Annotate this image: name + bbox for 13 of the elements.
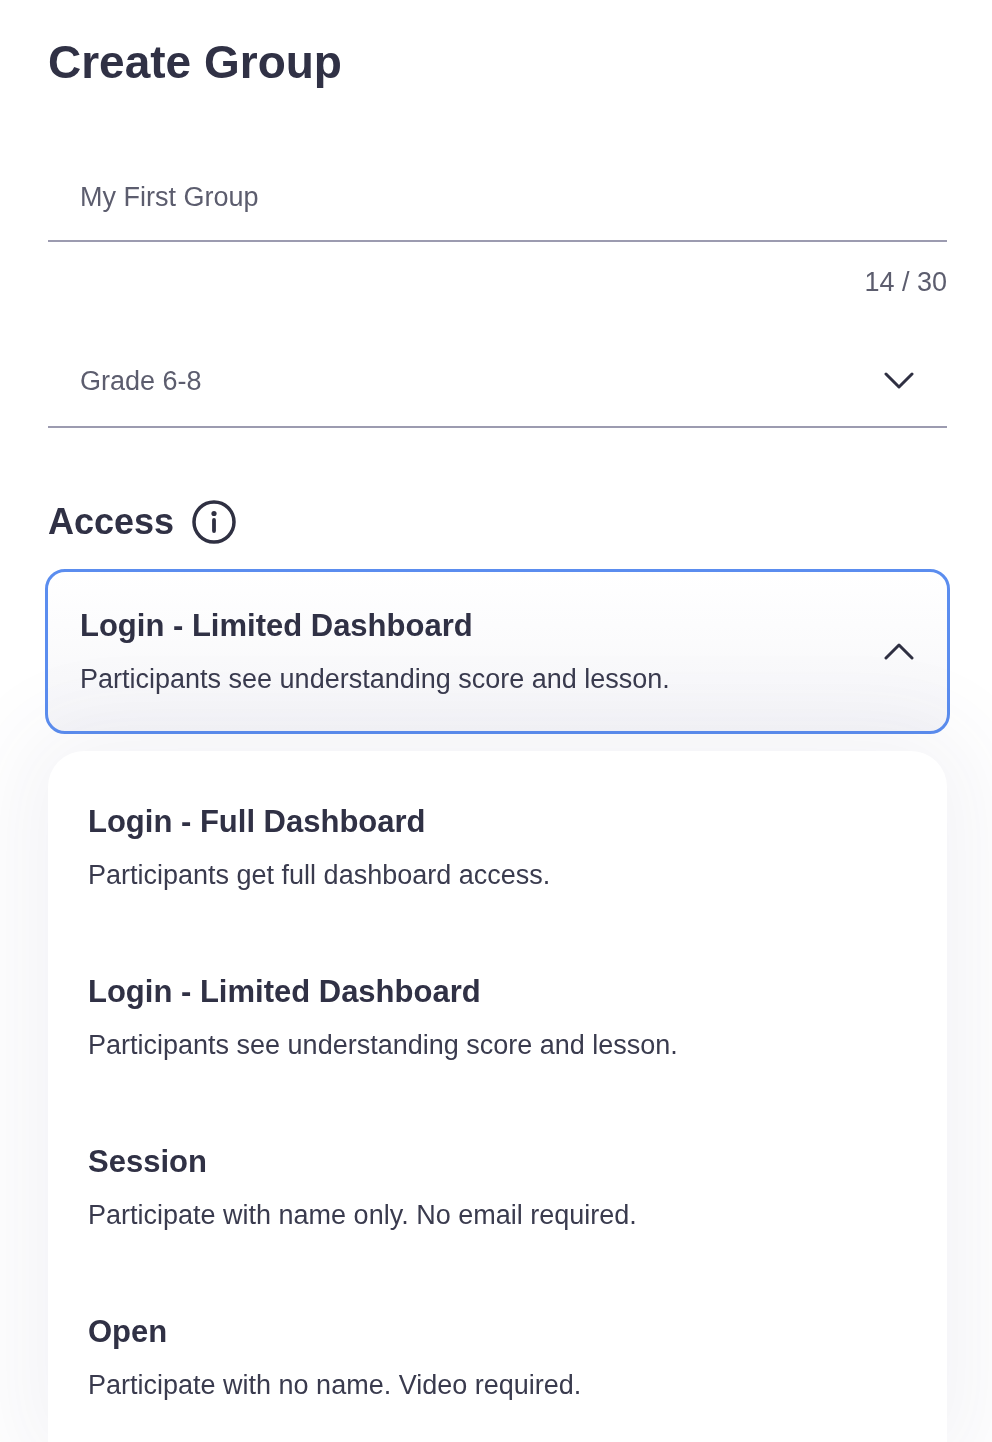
group-name-field[interactable]: My First Group: [48, 156, 947, 242]
chevron-down-icon: [884, 372, 914, 390]
access-option[interactable]: Login - Limited Dashboard Participants see understanding score and lesson.: [88, 932, 907, 1102]
page-title: Create Group: [48, 35, 342, 90]
character-counter: 14 / 30: [864, 265, 947, 299]
access-option[interactable]: Open Participate with no name. Video required.: [88, 1272, 907, 1442]
access-option[interactable]: Login - Full Dashboard Participants get full dashboard access.: [88, 762, 907, 932]
chevron-up-icon: [884, 643, 914, 660]
access-heading: Access: [48, 500, 175, 544]
access-select[interactable]: Login - Limited Dashboard Participants see understanding score and lesson.: [45, 569, 950, 734]
grade-select[interactable]: Grade 6-8: [48, 335, 947, 428]
access-option[interactable]: Session Participate with name only. No email required.: [88, 1102, 907, 1272]
info-icon[interactable]: [192, 500, 237, 544]
